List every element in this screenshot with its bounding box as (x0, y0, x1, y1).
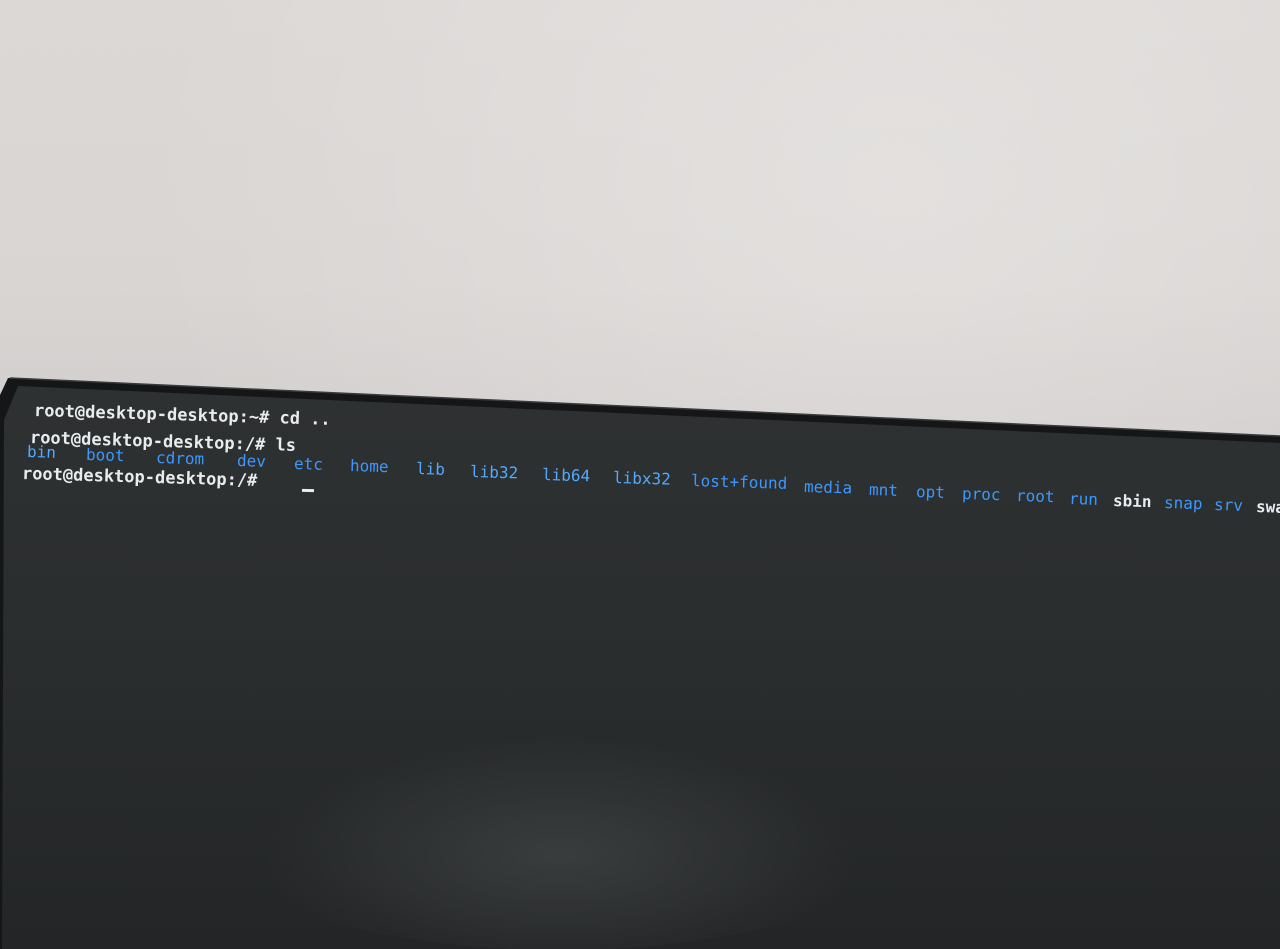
ls-entry-root: root (1015, 486, 1055, 507)
terminal[interactable]: root@desktop-desktop:~# cd .. root@deskt… (0, 0, 1280, 949)
ls-entry-run: run (1068, 489, 1099, 509)
ls-entry-lib: lib (415, 459, 446, 479)
ls-entry-cdrom: cdrom (155, 448, 205, 469)
ls-entry-home: home (349, 456, 389, 477)
terminal-cursor (301, 488, 315, 493)
ls-entry-dev: dev (236, 451, 267, 471)
ls-entry-mnt: mnt (868, 480, 899, 500)
ls-entry-lost-found: lost+found (690, 471, 788, 493)
ls-entry-snap: snap (1163, 493, 1203, 514)
ls-entry-bin: bin (26, 442, 57, 462)
ls-entry-swa: swa (1255, 497, 1280, 517)
ls-entry-srv: srv (1213, 495, 1244, 515)
ls-entry-media: media (803, 477, 853, 498)
ls-entry-sbin: sbin (1112, 491, 1152, 512)
ls-entry-boot: boot (85, 445, 125, 466)
ls-entry-opt: opt (915, 482, 946, 502)
ls-entry-lib32: lib32 (469, 462, 519, 483)
ls-entry-proc: proc (961, 484, 1001, 505)
ls-entry-libx32: libx32 (612, 468, 672, 489)
ls-entry-lib64: lib64 (541, 465, 591, 486)
ls-entry-etc: etc (293, 454, 324, 474)
